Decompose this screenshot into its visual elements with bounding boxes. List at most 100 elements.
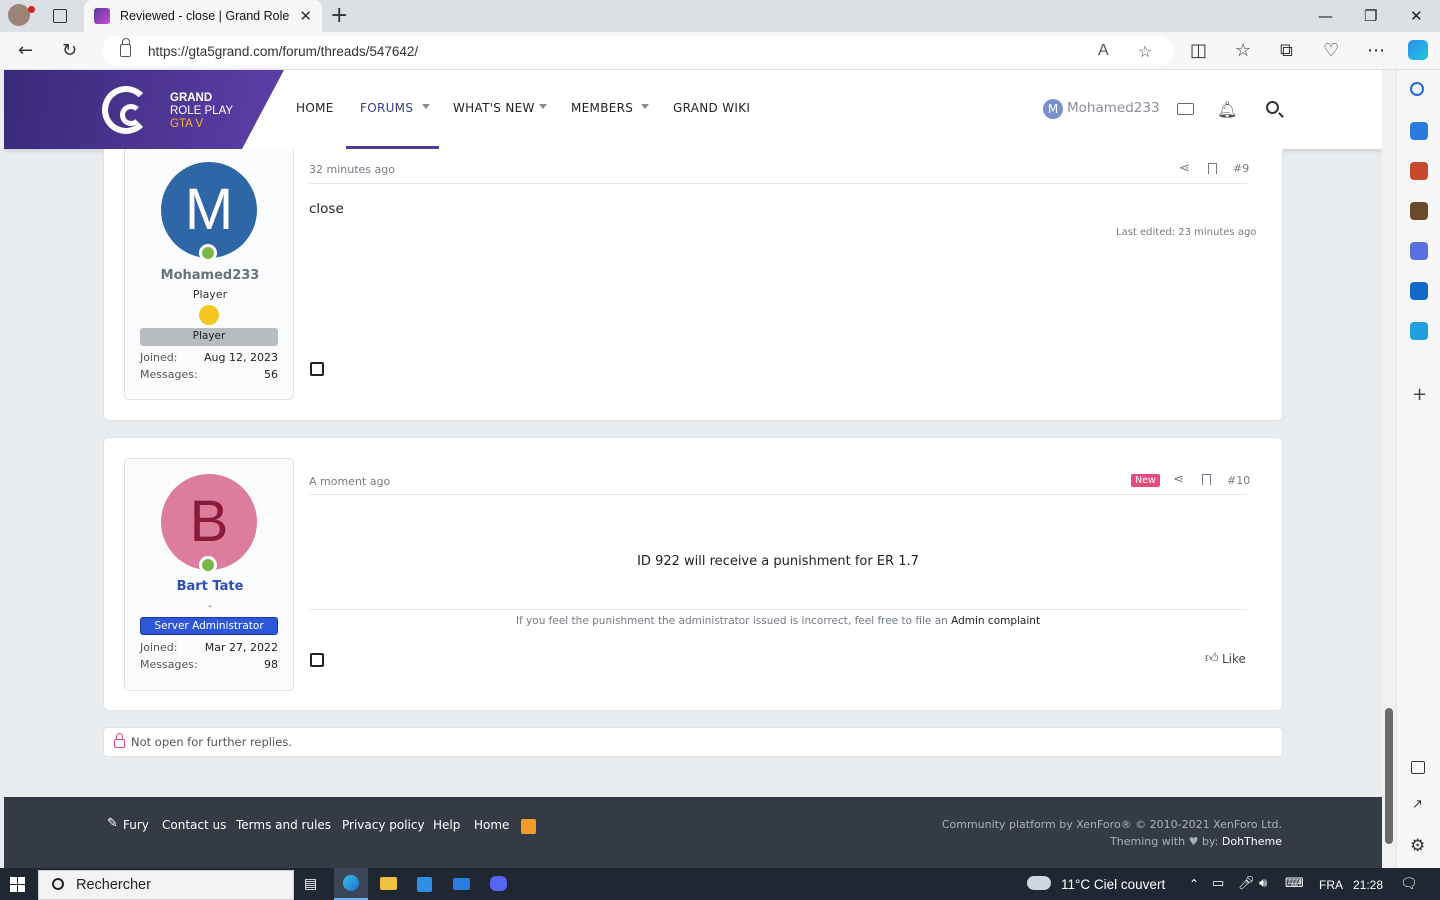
tab-actions-icon[interactable] xyxy=(53,9,67,23)
outlook-icon[interactable] xyxy=(1410,282,1428,300)
language-indicator[interactable]: FRA xyxy=(1319,878,1343,892)
footer-link-fury[interactable]: Fury xyxy=(123,818,149,832)
minimize-icon[interactable]: — xyxy=(1318,7,1333,25)
messages-row: Messages: 56 xyxy=(140,368,278,381)
url-text: https://gta5grand.com/forum/threads/5476… xyxy=(148,43,419,59)
external-icon[interactable]: ↗ xyxy=(1412,797,1423,812)
user-title: Player xyxy=(192,288,228,301)
select-post-checkbox[interactable] xyxy=(310,362,324,376)
share-icon[interactable]: ⋖ xyxy=(1173,472,1184,487)
post-header-divider xyxy=(309,494,1247,495)
show-hidden-icons[interactable]: ⌃ xyxy=(1189,877,1199,891)
copilot-icon[interactable] xyxy=(1408,40,1428,60)
author-name[interactable]: Mohamed233 xyxy=(125,268,295,283)
logo-text[interactable]: GRAND ROLE PLAY GTA V xyxy=(170,92,233,131)
back-icon[interactable]: ← xyxy=(18,40,33,61)
footer-link-contact[interactable]: Contact us xyxy=(162,818,226,832)
favorite-star-icon[interactable]: ☆ xyxy=(1138,42,1152,62)
share-icon[interactable]: ⋖ xyxy=(1179,161,1190,176)
notifications-icon[interactable]: 🗨︎ xyxy=(1400,876,1418,892)
shopping-icon[interactable] xyxy=(1410,122,1428,140)
store-icon[interactable] xyxy=(417,877,432,892)
footer-link-terms[interactable]: Terms and rules xyxy=(236,818,331,832)
nav-whats-new[interactable]: WHAT'S NEW xyxy=(453,101,535,115)
scrollbar-thumb[interactable] xyxy=(1385,708,1393,844)
bookmark-icon[interactable] xyxy=(1208,163,1217,174)
footer-link-home[interactable]: Home xyxy=(474,818,509,832)
refresh-icon[interactable]: ↻ xyxy=(62,40,77,61)
footer-link-privacy[interactable]: Privacy policy xyxy=(342,818,425,832)
microphone-icon[interactable]: 🎤︎ xyxy=(1238,876,1255,891)
tools-icon[interactable] xyxy=(1410,162,1428,180)
whats-new-dropdown-icon[interactable] xyxy=(539,104,547,109)
like-button[interactable]: Like xyxy=(1222,652,1246,666)
m365-icon[interactable] xyxy=(1410,242,1428,260)
close-tab-icon[interactable]: ✕ xyxy=(299,7,312,25)
lock-shackle xyxy=(116,733,123,740)
profile-icon[interactable] xyxy=(8,4,30,26)
weather-text[interactable]: 11°C Ciel couvert xyxy=(1061,877,1165,892)
file-explorer-icon[interactable] xyxy=(380,877,397,890)
restore-icon[interactable]: ❐ xyxy=(1364,7,1377,25)
nav-grand-wiki[interactable]: GRAND WIKI xyxy=(673,101,750,115)
browser-tab-active[interactable]: Reviewed - close | Grand Role Pla ✕ xyxy=(84,0,322,32)
sidebar-toggle-icon[interactable] xyxy=(1411,761,1425,774)
settings-icon[interactable]: ⚙ xyxy=(1410,836,1425,856)
grand-logo-icon[interactable] xyxy=(102,86,150,134)
split-screen-icon[interactable]: ◫ xyxy=(1190,40,1207,61)
bookmark-icon[interactable] xyxy=(1202,474,1211,485)
search-glass-icon xyxy=(52,878,64,890)
post-time[interactable]: 32 minutes ago xyxy=(309,163,395,176)
account-username[interactable]: Mohamed233 xyxy=(1067,100,1160,116)
keyboard-icon[interactable]: ⌨ xyxy=(1285,876,1304,891)
windows-start-icon[interactable] xyxy=(10,877,25,892)
address-bar[interactable]: https://gta5grand.com/forum/threads/5476… xyxy=(102,36,1174,66)
post-time[interactable]: A moment ago xyxy=(309,475,390,488)
search-icon[interactable] xyxy=(1266,101,1279,114)
search-icon-handle xyxy=(1278,112,1284,118)
collections-icon[interactable]: ⧉ xyxy=(1280,40,1293,61)
read-aloud-icon[interactable]: A xyxy=(1098,42,1109,60)
weather-icon[interactable] xyxy=(1027,876,1051,890)
edge-taskbar-icon[interactable] xyxy=(334,868,368,900)
send-icon[interactable] xyxy=(1410,322,1428,340)
games-icon[interactable] xyxy=(1410,202,1428,220)
select-post-checkbox[interactable] xyxy=(310,653,324,667)
style-chooser-icon[interactable]: ✎ xyxy=(107,816,118,831)
inbox-icon[interactable] xyxy=(1177,103,1194,115)
messages-count: 56 xyxy=(264,368,278,381)
add-sidebar-icon[interactable]: + xyxy=(1412,384,1427,405)
network-icon[interactable]: ▭ xyxy=(1212,876,1224,891)
favorites-icon[interactable]: ☆ xyxy=(1235,40,1251,61)
lock-closed-icon xyxy=(114,739,125,748)
search-sidebar-icon[interactable] xyxy=(1410,82,1424,96)
forums-dropdown-icon[interactable] xyxy=(422,104,430,109)
copyright[interactable]: Community platform by XenForo® © 2010-20… xyxy=(942,818,1282,831)
discord-icon[interactable] xyxy=(490,876,507,891)
close-window-icon[interactable]: ✕ xyxy=(1410,7,1423,25)
post-number[interactable]: #9 xyxy=(1233,162,1249,175)
footer-link-help[interactable]: Help xyxy=(433,818,460,832)
admin-complaint-link[interactable]: Admin complaint xyxy=(951,615,1040,627)
mail-icon[interactable] xyxy=(453,878,470,890)
post-number[interactable]: #10 xyxy=(1227,474,1250,487)
page-scrollbar[interactable] xyxy=(1382,70,1396,868)
members-dropdown-icon[interactable] xyxy=(641,104,649,109)
edge-sidebar: + ↗ ⚙ xyxy=(1396,70,1440,868)
nav-members[interactable]: MEMBERS xyxy=(571,101,633,115)
browser-essentials-icon[interactable]: ♡ xyxy=(1323,40,1339,61)
taskbar-search-box[interactable]: Rechercher xyxy=(38,870,294,900)
nav-forums[interactable]: FORUMS xyxy=(360,101,413,115)
more-options-icon[interactable]: ⋯ xyxy=(1367,40,1385,61)
theme-name-link[interactable]: DohTheme xyxy=(1222,835,1282,848)
new-tab-icon[interactable]: + xyxy=(330,4,348,28)
alerts-bell-icon[interactable]: 🔔︎ xyxy=(1217,100,1237,119)
rss-icon[interactable] xyxy=(521,819,536,834)
like-icon[interactable]: 👍︎ xyxy=(1205,651,1219,666)
clock[interactable]: 21:28 xyxy=(1353,878,1383,892)
nav-home[interactable]: HOME xyxy=(296,101,334,115)
user-avatar[interactable]: M xyxy=(1043,99,1063,119)
author-name[interactable]: Bart Tate xyxy=(125,579,295,594)
task-view-icon[interactable]: ▤ xyxy=(304,876,317,892)
volume-icon[interactable]: 🔊︎ xyxy=(1259,876,1267,891)
